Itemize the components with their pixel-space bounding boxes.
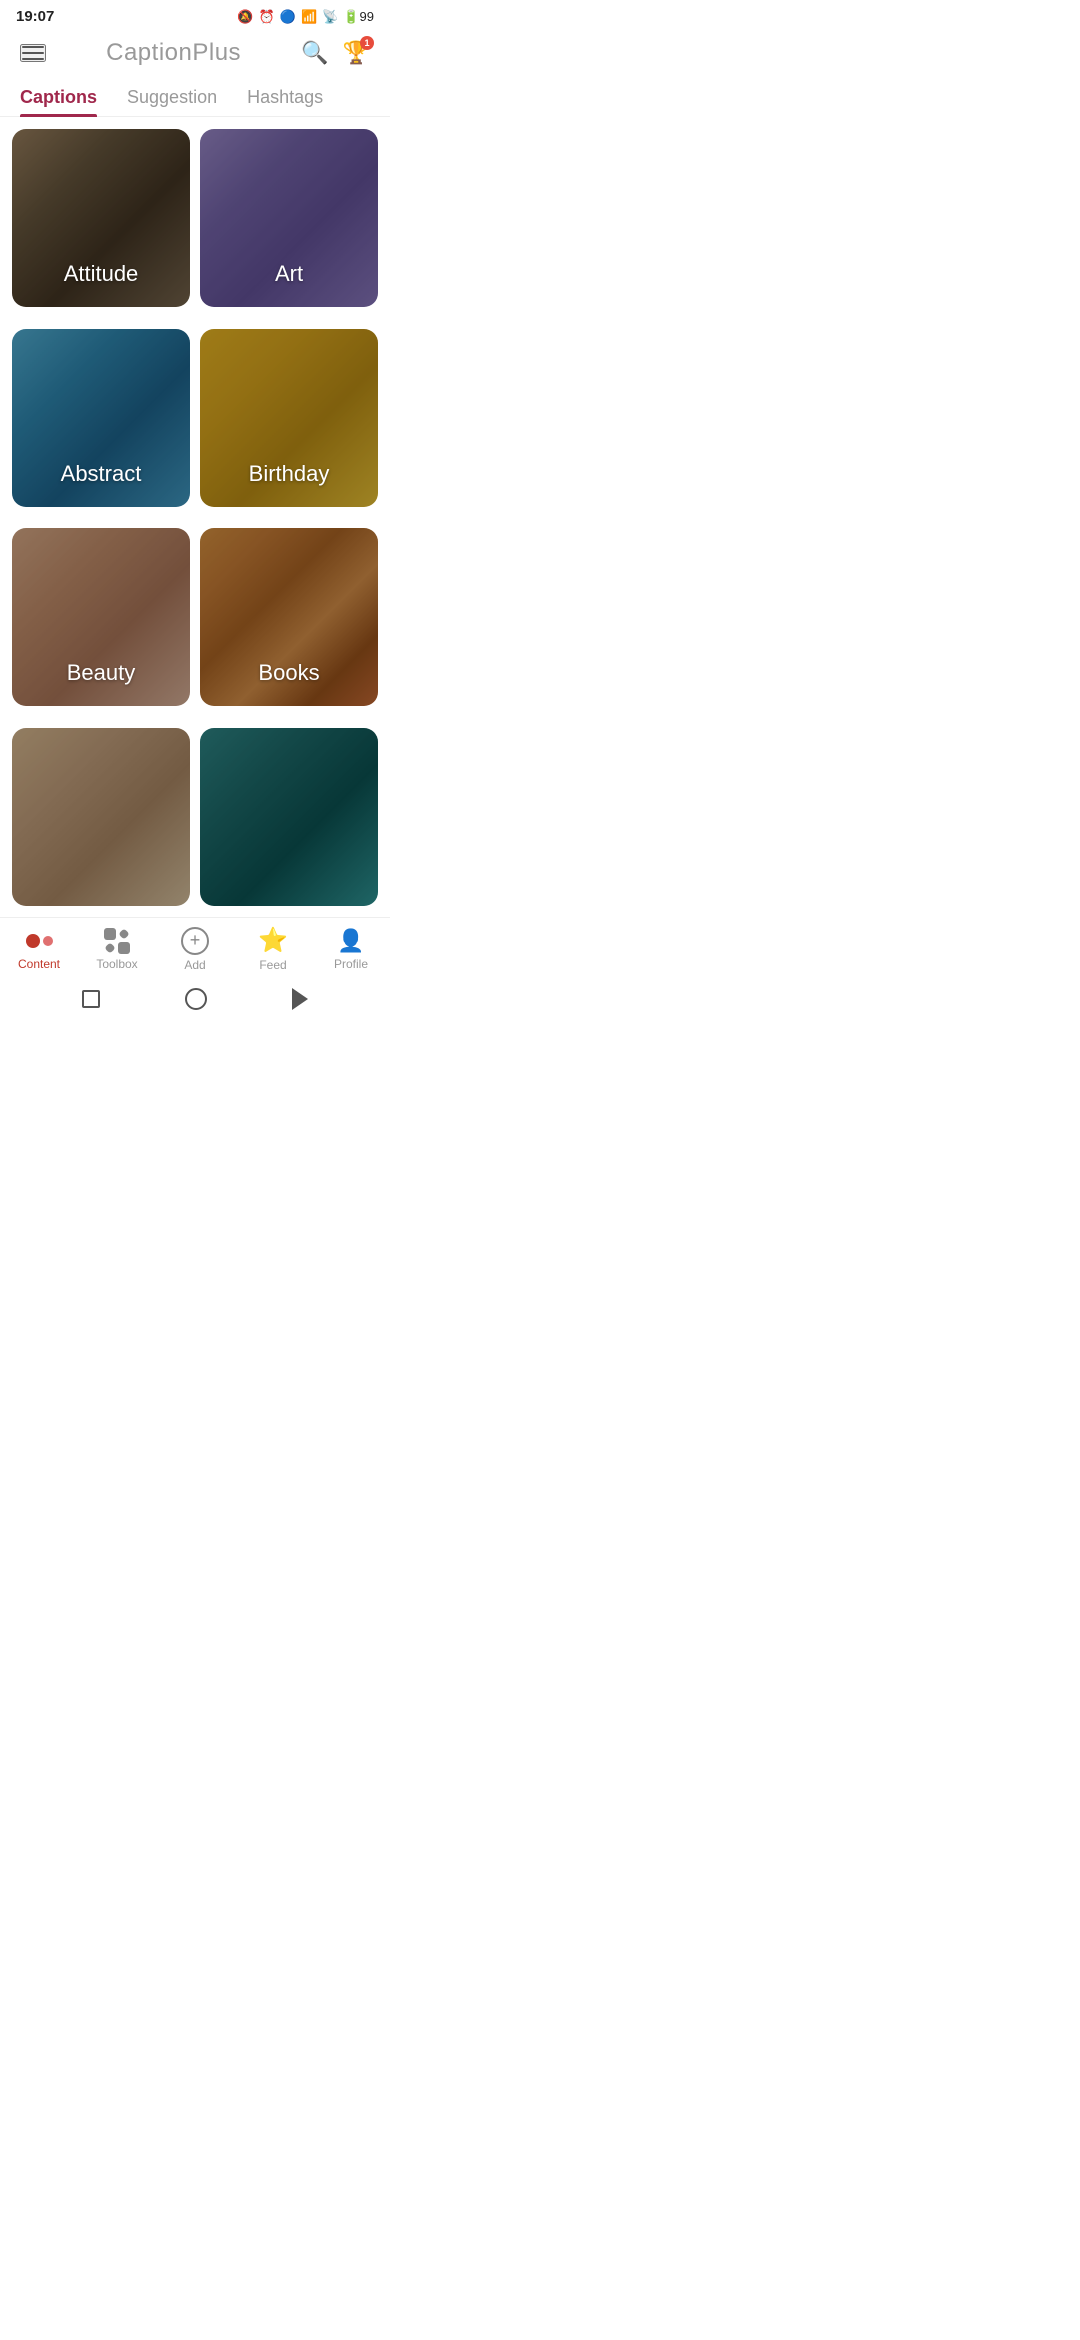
alarm-icon: ⏰ [259,9,275,25]
category-nature[interactable] [200,728,378,906]
profile-icon: 👤 [337,928,364,954]
category-beauty[interactable]: Beauty [12,528,190,706]
search-button[interactable]: 🔍 [301,40,328,66]
nav-profile-label: Profile [334,957,368,971]
main-content: Attitude Art Abstract Birthday Beauty Bo… [0,117,390,917]
nav-content[interactable]: Content [9,928,69,971]
category-birthday[interactable]: Birthday [200,329,378,507]
tab-suggestion[interactable]: Suggestion [127,77,217,116]
battery-icon: 🔋99 [343,9,374,25]
app-title: CaptionPlus [106,39,241,67]
nav-add[interactable]: + Add [165,927,225,972]
android-square-icon[interactable] [82,990,100,1008]
feed-icon: ⭐ [258,926,288,955]
nav-content-label: Content [18,957,60,971]
android-back-icon[interactable] [292,988,308,1010]
content-icon [26,928,53,954]
status-bar: 19:07 🔕 ⏰ 🔵 📶 📡 🔋99 [0,0,390,29]
menu-button[interactable] [20,44,46,62]
bluetooth-icon: 🔵 [280,9,296,25]
add-icon: + [181,927,209,955]
trophy-button[interactable]: 🏆 1 [343,40,370,66]
category-abstract[interactable]: Abstract [12,329,190,507]
signal-icon: 📶 [301,9,317,25]
wifi-icon: 📡 [322,9,338,25]
books-label: Books [200,660,378,686]
nav-toolbox-label: Toolbox [96,957,137,971]
category-grid: Attitude Art Abstract Birthday Beauty Bo… [0,117,390,917]
toolbox-icon [104,928,130,954]
status-icons: 🔕 ⏰ 🔵 📶 📡 🔋99 [237,9,374,25]
boy-overlay [12,728,190,906]
bottom-nav: Content Toolbox + Add ⭐ Feed 👤 Profile [0,917,390,978]
status-time: 19:07 [16,8,54,25]
abstract-label: Abstract [12,461,190,487]
category-attitude[interactable]: Attitude [12,129,190,307]
nav-feed-label: Feed [259,958,286,972]
android-nav-bar [0,978,390,1020]
nav-feed[interactable]: ⭐ Feed [243,926,303,972]
app-bar: CaptionPlus 🔍 🏆 1 [0,29,390,77]
nature-overlay [200,728,378,906]
beauty-label: Beauty [12,660,190,686]
tab-hashtags[interactable]: Hashtags [247,77,323,116]
nav-add-label: Add [184,958,205,972]
category-art[interactable]: Art [200,129,378,307]
attitude-label: Attitude [12,261,190,287]
category-books[interactable]: Books [200,528,378,706]
tabs-bar: Captions Suggestion Hashtags [0,77,390,117]
mute-icon: 🔕 [237,9,253,25]
art-label: Art [200,261,378,287]
tab-captions[interactable]: Captions [20,77,97,116]
android-home-icon[interactable] [185,988,207,1010]
trophy-badge: 1 [360,36,374,50]
app-bar-icons: 🔍 🏆 1 [301,40,370,66]
birthday-label: Birthday [200,461,378,487]
category-boy[interactable] [12,728,190,906]
nav-profile[interactable]: 👤 Profile [321,928,381,971]
nav-toolbox[interactable]: Toolbox [87,928,147,971]
